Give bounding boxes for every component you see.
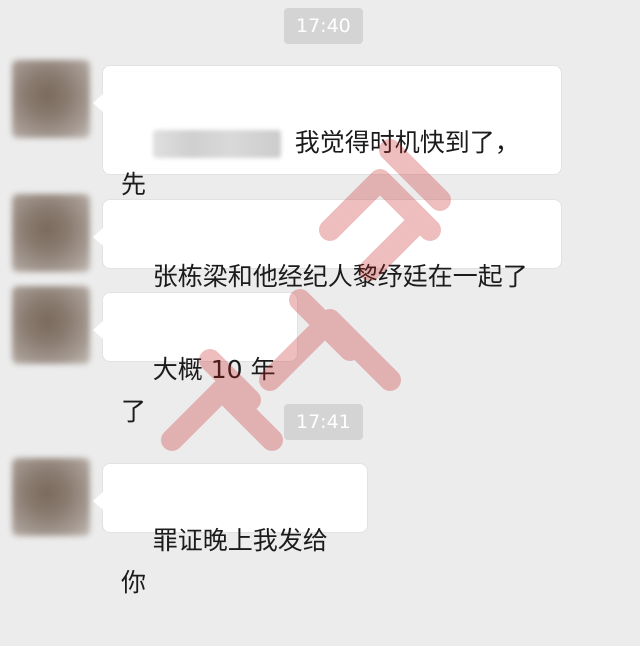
message-text: 大概 10 年了 <box>121 355 276 426</box>
avatar[interactable] <box>12 194 90 272</box>
message-bubble[interactable]: 罪证晚上我发给你 <box>93 463 368 597</box>
timestamp: 17:40 <box>284 8 363 44</box>
redacted-name <box>152 130 281 158</box>
timestamp: 17:41 <box>284 404 363 440</box>
message-bubble[interactable]: 张栋梁和他经纪人黎纾廷在一起了 <box>93 199 562 291</box>
avatar[interactable] <box>12 60 90 138</box>
message-bubble[interactable]: 大概 10 年了 <box>93 292 298 426</box>
avatar[interactable] <box>12 458 90 536</box>
avatar[interactable] <box>12 286 90 364</box>
message-text: 罪证晚上我发给你 <box>121 526 328 597</box>
chat-window: 17:40 我觉得时机快到了，先 告诉你吧 张栋梁和他经纪人黎纾廷在一起了 大概… <box>0 0 640 597</box>
message-text: 张栋梁和他经纪人黎纾廷在一起了 <box>152 262 528 291</box>
message-bubble[interactable]: 我觉得时机快到了，先 告诉你吧 <box>93 65 562 241</box>
